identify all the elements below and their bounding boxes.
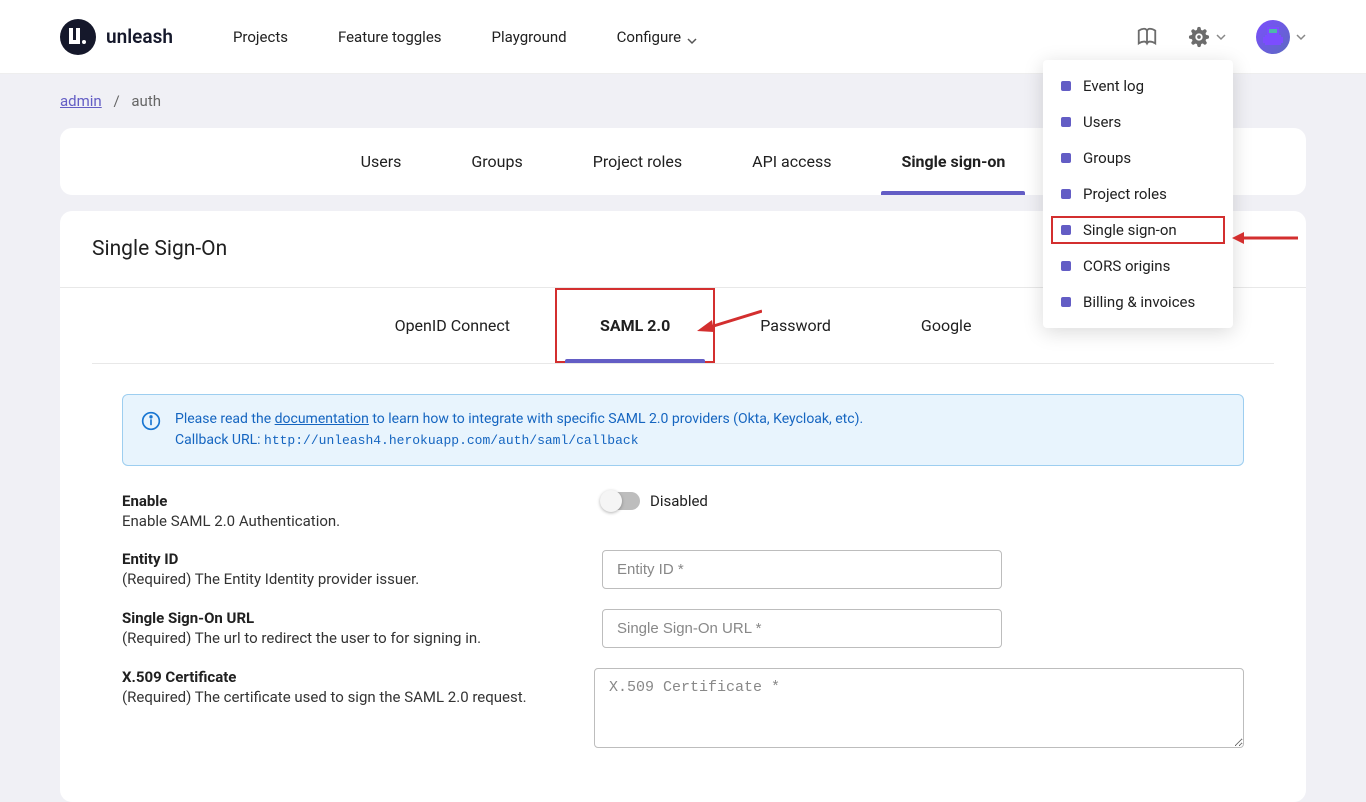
sso-url-row: Single Sign-On URL (Required) The url to… <box>122 609 1244 648</box>
enable-title: Enable <box>122 492 582 510</box>
info-suffix: to learn how to integrate with specific … <box>369 411 863 427</box>
bullet-icon <box>1061 117 1071 127</box>
info-prefix: Please read the <box>175 411 275 427</box>
sso-url-desc: (Required) The url to redirect the user … <box>122 629 582 647</box>
bullet-icon <box>1061 81 1071 91</box>
dropdown-label: Event log <box>1083 77 1144 95</box>
sso-tab-google[interactable]: Google <box>876 288 1017 363</box>
logo-icon <box>60 19 96 55</box>
tab-single-sign-on[interactable]: Single sign-on <box>901 128 1005 195</box>
dropdown-project-roles[interactable]: Project roles <box>1043 176 1233 212</box>
dropdown-label: Groups <box>1083 149 1131 167</box>
dropdown-cors-origins[interactable]: CORS origins <box>1043 248 1233 284</box>
entity-id-input[interactable] <box>602 550 1002 589</box>
info-icon <box>141 411 161 435</box>
enable-desc: Enable SAML 2.0 Authentication. <box>122 512 582 530</box>
logo[interactable]: unleash <box>60 19 173 55</box>
sso-tab-openid[interactable]: OpenID Connect <box>350 288 555 363</box>
user-menu[interactable] <box>1256 20 1306 54</box>
entity-id-row: Entity ID (Required) The Entity Identity… <box>122 550 1244 589</box>
breadcrumb-current: auth <box>131 92 161 110</box>
breadcrumb-admin-link[interactable]: admin <box>60 92 102 110</box>
bullet-icon <box>1061 297 1071 307</box>
info-text: Please read the documentation to learn h… <box>175 409 863 451</box>
dropdown-billing-invoices[interactable]: Billing & invoices <box>1043 284 1233 320</box>
cert-input[interactable] <box>594 668 1244 748</box>
dropdown-groups[interactable]: Groups <box>1043 140 1233 176</box>
enable-toggle[interactable] <box>602 492 640 510</box>
avatar <box>1256 20 1290 54</box>
sso-tab-saml[interactable]: SAML 2.0 <box>555 288 715 363</box>
tab-api-access[interactable]: API access <box>752 128 831 195</box>
nav-projects[interactable]: Projects <box>233 28 288 46</box>
dropdown-event-log[interactable]: Event log <box>1043 68 1233 104</box>
tab-users[interactable]: Users <box>361 128 402 195</box>
dropdown-label: Billing & invoices <box>1083 293 1195 311</box>
brand-name: unleash <box>106 25 173 48</box>
sso-form-content: Please read the documentation to learn h… <box>60 364 1306 802</box>
sso-url-title: Single Sign-On URL <box>122 609 582 627</box>
bullet-icon <box>1061 189 1071 199</box>
cert-desc: (Required) The certificate used to sign … <box>122 688 574 706</box>
bullet-icon <box>1061 153 1071 163</box>
nav-configure[interactable]: Configure <box>617 28 698 46</box>
chevron-down-icon <box>1296 32 1306 42</box>
bullet-icon <box>1061 225 1071 235</box>
cert-title: X.509 Certificate <box>122 668 574 686</box>
docs-icon[interactable] <box>1136 26 1158 48</box>
sso-url-input[interactable] <box>602 609 1002 648</box>
configure-dropdown: Event log Users Groups Project roles Sin… <box>1043 60 1233 328</box>
entity-id-desc: (Required) The Entity Identity provider … <box>122 570 582 588</box>
dropdown-label: Users <box>1083 113 1121 131</box>
enable-toggle-label: Disabled <box>650 492 708 510</box>
enable-row: Enable Enable SAML 2.0 Authentication. D… <box>122 492 1244 530</box>
nav-configure-label: Configure <box>617 28 682 46</box>
dropdown-label: CORS origins <box>1083 257 1170 275</box>
main-nav: Projects Feature toggles Playground Conf… <box>233 28 697 46</box>
breadcrumb-separator: / <box>113 92 119 110</box>
cert-row: X.509 Certificate (Required) The certifi… <box>122 668 1244 752</box>
nav-playground[interactable]: Playground <box>492 28 567 46</box>
nav-feature-toggles[interactable]: Feature toggles <box>338 28 442 46</box>
tab-groups[interactable]: Groups <box>471 128 522 195</box>
dropdown-label: Project roles <box>1083 185 1167 203</box>
chevron-down-icon <box>687 32 697 42</box>
sso-tab-password[interactable]: Password <box>715 288 876 363</box>
documentation-link[interactable]: documentation <box>275 411 369 427</box>
dropdown-users[interactable]: Users <box>1043 104 1233 140</box>
dropdown-label: Single sign-on <box>1083 221 1177 239</box>
tab-project-roles[interactable]: Project roles <box>593 128 682 195</box>
topbar-right <box>1136 20 1306 54</box>
entity-id-title: Entity ID <box>122 550 582 568</box>
bullet-icon <box>1061 261 1071 271</box>
callback-label: Callback URL: <box>175 432 264 448</box>
chevron-down-icon <box>1216 32 1226 42</box>
settings-icon[interactable] <box>1188 26 1226 48</box>
dropdown-single-sign-on[interactable]: Single sign-on <box>1047 212 1229 248</box>
info-callout: Please read the documentation to learn h… <box>122 394 1244 466</box>
callback-url: http://unleash4.herokuapp.com/auth/saml/… <box>264 433 638 448</box>
